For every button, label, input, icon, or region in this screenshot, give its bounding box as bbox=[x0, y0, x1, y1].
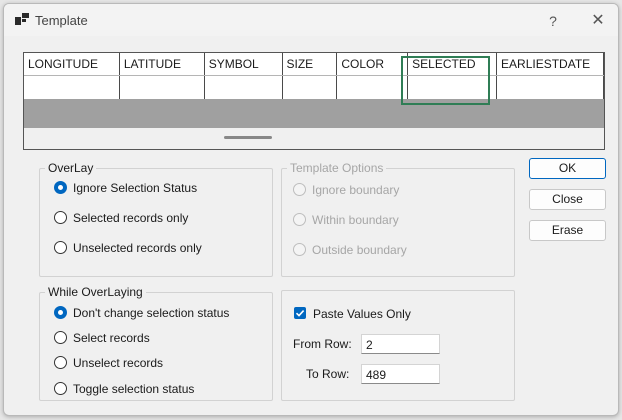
radio-disabled-icon bbox=[293, 213, 306, 226]
close-button[interactable]: Close bbox=[529, 189, 606, 210]
template-dialog: Template ? ✕ LONGITUDE LATITUDE SYMBOL S… bbox=[3, 3, 619, 416]
column-header-earliestdate[interactable]: EARLIESTDATE bbox=[496, 53, 604, 76]
to-row-label: To Row: bbox=[306, 367, 350, 381]
radio-icon[interactable] bbox=[54, 331, 67, 344]
template-option-label: Within boundary bbox=[312, 213, 399, 227]
ok-button[interactable]: OK bbox=[529, 158, 606, 179]
app-window-icon bbox=[15, 13, 29, 25]
while-option-label: Don't change selection status bbox=[73, 306, 230, 320]
grid-cell[interactable] bbox=[119, 75, 205, 99]
title-bar: Template ? ✕ bbox=[4, 4, 618, 36]
paste-values-only-label: Paste Values Only bbox=[313, 307, 411, 321]
overlay-legend: OverLay bbox=[48, 161, 94, 175]
scrollbar-thumb[interactable] bbox=[224, 136, 272, 139]
selected-column-highlight bbox=[401, 56, 490, 105]
grid-header-row: LONGITUDE LATITUDE SYMBOL SIZE COLOR SEL… bbox=[24, 53, 604, 76]
overlay-option-label: Unselected records only bbox=[73, 241, 202, 255]
column-header-symbol[interactable]: SYMBOL bbox=[204, 53, 283, 76]
horizontal-scrollbar[interactable] bbox=[24, 128, 604, 149]
column-header-longitude[interactable]: LONGITUDE bbox=[24, 53, 120, 76]
from-row-label: From Row: bbox=[293, 337, 352, 351]
radio-icon[interactable] bbox=[54, 241, 67, 254]
grid-cell[interactable] bbox=[24, 75, 120, 99]
grid-cell[interactable] bbox=[336, 75, 409, 99]
grid-cell[interactable] bbox=[496, 75, 604, 99]
while-option-label: Select records bbox=[73, 331, 150, 345]
checkbox-checked-icon[interactable] bbox=[294, 307, 306, 319]
radio-selected-icon[interactable] bbox=[54, 181, 67, 194]
while-option-label: Unselect records bbox=[73, 356, 164, 370]
template-option-label: Ignore boundary bbox=[312, 183, 400, 197]
radio-selected-icon[interactable] bbox=[54, 306, 67, 319]
radio-icon[interactable] bbox=[54, 356, 67, 369]
overlay-option-label: Ignore Selection Status bbox=[73, 181, 198, 195]
column-header-size[interactable]: SIZE bbox=[282, 53, 338, 76]
grid-table: LONGITUDE LATITUDE SYMBOL SIZE COLOR SEL… bbox=[24, 53, 604, 99]
grid-cell[interactable] bbox=[204, 75, 283, 99]
window-title: Template bbox=[35, 13, 88, 28]
erase-button[interactable]: Erase bbox=[529, 220, 606, 241]
while-overlaying-legend: While OverLaying bbox=[48, 285, 143, 299]
template-grid[interactable]: LONGITUDE LATITUDE SYMBOL SIZE COLOR SEL… bbox=[23, 52, 605, 150]
grid-cell[interactable] bbox=[282, 75, 338, 99]
grid-data-row bbox=[24, 75, 604, 99]
overlay-option-label: Selected records only bbox=[73, 211, 189, 225]
radio-disabled-icon bbox=[293, 183, 306, 196]
column-header-latitude[interactable]: LATITUDE bbox=[119, 53, 205, 76]
radio-icon[interactable] bbox=[54, 382, 67, 395]
while-option-label: Toggle selection status bbox=[73, 382, 195, 396]
column-header-color[interactable]: COLOR bbox=[336, 53, 409, 76]
template-option-label: Outside boundary bbox=[312, 243, 407, 257]
close-window-button[interactable]: ✕ bbox=[584, 10, 612, 32]
radio-icon[interactable] bbox=[54, 211, 67, 224]
to-row-input[interactable]: 489 bbox=[361, 364, 440, 384]
template-options-legend: Template Options bbox=[290, 161, 384, 175]
help-button[interactable]: ? bbox=[539, 10, 567, 32]
from-row-input[interactable]: 2 bbox=[361, 334, 440, 354]
radio-disabled-icon bbox=[293, 243, 306, 256]
